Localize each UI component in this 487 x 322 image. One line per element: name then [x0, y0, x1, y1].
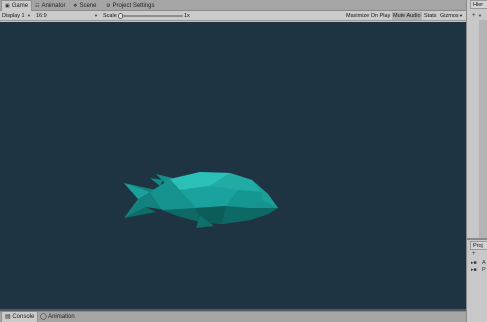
folder-icon: ▸■	[471, 260, 477, 266]
top-tab-bar: ▣ Game ☷ Animator ❖ Scene ⚙ Project Settings	[0, 0, 466, 11]
tab-animation[interactable]: ◯ Animation	[37, 312, 78, 322]
hierarchy-scrollbar[interactable]	[479, 20, 487, 238]
tab-game[interactable]: ▣ Game	[1, 0, 33, 11]
bottom-tab-bar: ▤ Console ◯ Animation	[0, 311, 466, 322]
console-icon: ▤	[5, 314, 11, 320]
scale-label: Scale	[103, 13, 117, 19]
chevron-down-icon: ▼	[27, 13, 31, 18]
scene-icon: ❖	[73, 3, 78, 9]
tab-scene[interactable]: ❖ Scene	[70, 1, 100, 11]
aspect-dropdown[interactable]: 16:9 ▼	[34, 12, 100, 20]
animation-icon: ◯	[40, 314, 47, 320]
gizmos-button[interactable]: Gizmos	[439, 12, 460, 20]
tab-scene-label: Scene	[79, 3, 97, 9]
aspect-dropdown-value: 16:9	[36, 13, 47, 19]
fish-model	[124, 172, 278, 228]
chevron-down-icon: ▼	[94, 13, 98, 18]
scale-slider-handle[interactable]	[118, 13, 123, 19]
tab-animator[interactable]: ☷ Animator	[32, 1, 69, 11]
fish-dorsal-spike	[150, 178, 163, 186]
tab-project-settings[interactable]: ⚙ Project Settings	[103, 1, 158, 11]
chevron-down-icon[interactable]: ▼	[459, 11, 463, 21]
panel-divider[interactable]	[466, 238, 487, 240]
gear-icon: ⚙	[106, 3, 111, 9]
add-button[interactable]: +	[472, 13, 476, 19]
scale-slider-track[interactable]	[121, 15, 183, 17]
folder-icon: ▸■	[471, 267, 477, 273]
scale-value: 1x	[184, 13, 190, 19]
game-icon: ▣	[5, 3, 10, 9]
game-viewport[interactable]	[0, 22, 466, 311]
mute-audio-button[interactable]: Mute Audio	[392, 12, 422, 20]
chevron-down-icon[interactable]: ▼	[478, 13, 482, 19]
tab-animator-label: Animator	[41, 3, 66, 9]
add-button[interactable]: +	[472, 251, 476, 257]
tab-console[interactable]: ▤ Console	[1, 312, 39, 322]
tab-animation-label: Animation	[48, 314, 75, 320]
tab-hierarchy[interactable]: Hier	[470, 0, 487, 9]
game-toolbar: Display 1 ▼ 16:9 ▼ Scale 1x Maximize On …	[0, 11, 466, 21]
display-dropdown-value: Display 1	[2, 13, 25, 19]
tab-project[interactable]: Proj	[470, 241, 487, 250]
display-dropdown[interactable]: Display 1 ▼	[0, 12, 33, 20]
project-item[interactable]: P	[482, 267, 486, 273]
tab-game-label: Game	[11, 3, 29, 9]
stats-button[interactable]: Stats	[423, 12, 438, 20]
project-item[interactable]: A	[482, 260, 486, 266]
tab-project-settings-label: Project Settings	[112, 3, 155, 9]
tab-console-label: Console	[12, 314, 35, 320]
maximize-on-play-button[interactable]: Maximize On Play	[345, 12, 391, 20]
animator-icon: ☷	[35, 3, 40, 9]
